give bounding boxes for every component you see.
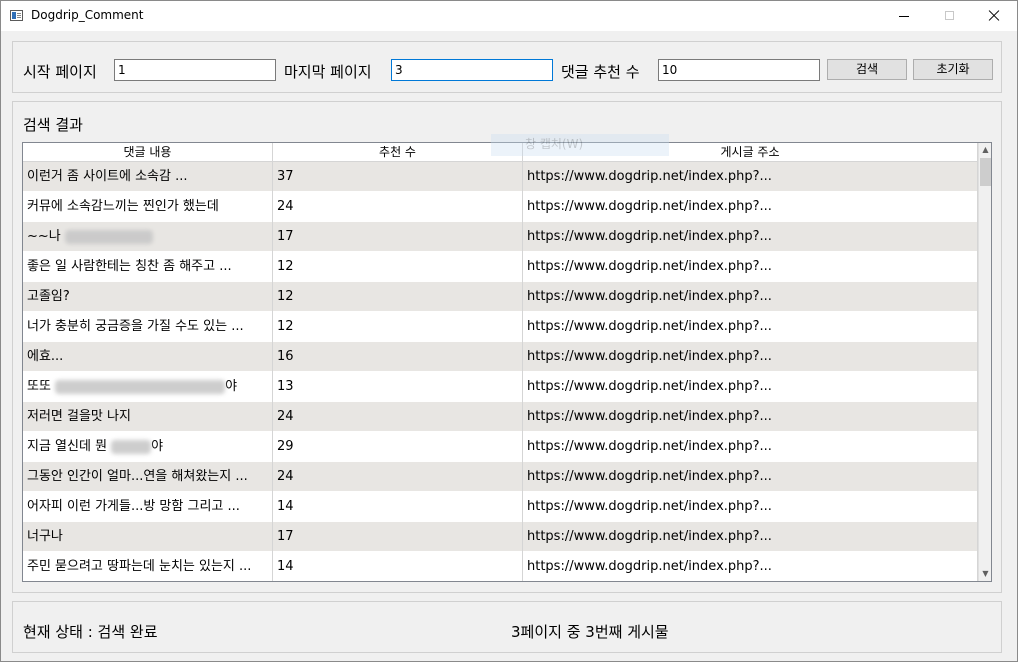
maximize-button[interactable]: [927, 1, 973, 31]
comment-cell: 너가 충분히 궁금증을 가질 수도 있는 ...: [23, 312, 273, 342]
likes-cell: 29: [273, 432, 523, 462]
scroll-down-arrow-icon[interactable]: ▼: [980, 567, 991, 581]
recommend-count-input[interactable]: [658, 59, 820, 81]
start-page-input[interactable]: [114, 59, 276, 81]
table-row[interactable]: 지금 열신데 뭔 야 29 https://www.dogdrip.net/in…: [23, 432, 978, 462]
likes-cell: 17: [273, 222, 523, 252]
table-row[interactable]: 너가 충분히 궁금증을 가질 수도 있는 ... 12 https://www.…: [23, 312, 978, 342]
likes-cell: 37: [273, 162, 523, 192]
comment-cell: 에효...: [23, 342, 273, 372]
vertical-scrollbar[interactable]: ▲ ▼: [978, 143, 991, 581]
app-window-icon: [10, 10, 23, 21]
url-cell: https://www.dogdrip.net/index.php?...: [523, 402, 978, 432]
table-row[interactable]: 그동안 인간이 얼마...연을 해쳐왔는지 ... 24 https://www…: [23, 462, 978, 492]
url-cell: https://www.dogdrip.net/index.php?...: [523, 312, 978, 342]
column-header-likes[interactable]: 추천 수: [273, 143, 523, 161]
url-cell: https://www.dogdrip.net/index.php?...: [523, 222, 978, 252]
reset-button[interactable]: 초기화: [913, 59, 993, 80]
scroll-up-arrow-icon[interactable]: ▲: [980, 143, 991, 157]
comment-cell: 이런거 좀 사이트에 소속감 ...: [23, 162, 273, 192]
likes-cell: 13: [273, 372, 523, 402]
results-label: 검색 결과: [23, 116, 83, 134]
table-row[interactable]: 고졸임? 12 https://www.dogdrip.net/index.ph…: [23, 282, 978, 312]
minimize-button[interactable]: [881, 1, 927, 31]
likes-cell: 17: [273, 522, 523, 552]
likes-cell: 24: [273, 462, 523, 492]
comment-cell: 지금 열신데 뭔 야: [23, 432, 273, 462]
url-cell: https://www.dogdrip.net/index.php?...: [523, 552, 978, 581]
comment-cell: 커뮤에 소속감느끼는 찐인가 했는데: [23, 192, 273, 222]
table-row[interactable]: 이런거 좀 사이트에 소속감 ... 37 https://www.dogdri…: [23, 162, 978, 192]
likes-cell: 12: [273, 252, 523, 282]
url-cell: https://www.dogdrip.net/index.php?...: [523, 522, 978, 552]
comment-cell: 또또 야: [23, 372, 273, 402]
table-row[interactable]: 어자피 이런 가게들...방 망함 그리고 ... 14 https://www…: [23, 492, 978, 522]
likes-cell: 12: [273, 282, 523, 312]
table-row[interactable]: 주민 묻으려고 땅파는데 눈치는 있는지 ... 14 https://www.…: [23, 552, 978, 581]
scroll-thumb[interactable]: [980, 158, 991, 186]
redacted-text: [111, 439, 152, 454]
url-cell: https://www.dogdrip.net/index.php?...: [523, 252, 978, 282]
results-table[interactable]: 댓글 내용 추천 수 게시글 주소 이런거 좀 사이트에 소속감 ... 37 …: [22, 142, 992, 582]
comment-cell: ~~나: [23, 222, 273, 252]
redacted-text: [64, 229, 153, 244]
comment-cell: 좋은 일 사람한테는 칭찬 좀 해주고 ...: [23, 252, 273, 282]
app-window: Dogdrip_Comment 시작 페이지 마지막 페이지 댓글 추천 수 검…: [0, 0, 1018, 662]
comment-cell: 저러면 걸을맛 나지: [23, 402, 273, 432]
url-cell: https://www.dogdrip.net/index.php?...: [523, 192, 978, 222]
likes-cell: 12: [273, 312, 523, 342]
url-cell: https://www.dogdrip.net/index.php?...: [523, 162, 978, 192]
url-cell: https://www.dogdrip.net/index.php?...: [523, 492, 978, 522]
likes-cell: 16: [273, 342, 523, 372]
ghost-tooltip: 창 캡처(W): [491, 134, 669, 156]
end-page-input[interactable]: [391, 59, 553, 81]
comment-cell: 주민 묻으려고 땅파는데 눈치는 있는지 ...: [23, 552, 273, 581]
table-row[interactable]: 너구나 17 https://www.dogdrip.net/index.php…: [23, 522, 978, 552]
status-text: 현재 상태 : 검색 완료: [23, 623, 158, 641]
status-group: [12, 601, 1002, 653]
comment-cell: 너구나: [23, 522, 273, 552]
likes-cell: 14: [273, 492, 523, 522]
table-row[interactable]: 또또 야 13 https://www.dogdrip.net/index.ph…: [23, 372, 978, 402]
likes-cell: 24: [273, 192, 523, 222]
window-title: Dogdrip_Comment: [31, 8, 144, 22]
title-bar[interactable]: Dogdrip_Comment: [1, 1, 1017, 31]
start-page-label: 시작 페이지: [23, 63, 97, 81]
recommend-count-label: 댓글 추천 수: [561, 63, 640, 81]
progress-text: 3페이지 중 3번째 게시물: [511, 623, 669, 641]
search-button[interactable]: 검색: [827, 59, 907, 80]
redacted-text: [55, 379, 226, 394]
url-cell: https://www.dogdrip.net/index.php?...: [523, 462, 978, 492]
url-cell: https://www.dogdrip.net/index.php?...: [523, 282, 978, 312]
comment-cell: 그동안 인간이 얼마...연을 해쳐왔는지 ...: [23, 462, 273, 492]
table-row[interactable]: 커뮤에 소속감느끼는 찐인가 했는데 24 https://www.dogdri…: [23, 192, 978, 222]
table-row[interactable]: ~~나 17 https://www.dogdrip.net/index.php…: [23, 222, 978, 252]
column-header-comment[interactable]: 댓글 내용: [23, 143, 273, 161]
table-row[interactable]: 좋은 일 사람한테는 칭찬 좀 해주고 ... 12 https://www.d…: [23, 252, 978, 282]
likes-cell: 14: [273, 552, 523, 581]
comment-cell: 고졸임?: [23, 282, 273, 312]
url-cell: https://www.dogdrip.net/index.php?...: [523, 432, 978, 462]
url-cell: https://www.dogdrip.net/index.php?...: [523, 372, 978, 402]
table-row[interactable]: 저러면 걸을맛 나지 24 https://www.dogdrip.net/in…: [23, 402, 978, 432]
comment-cell: 어자피 이런 가게들...방 망함 그리고 ...: [23, 492, 273, 522]
url-cell: https://www.dogdrip.net/index.php?...: [523, 342, 978, 372]
close-button[interactable]: [971, 1, 1017, 31]
likes-cell: 24: [273, 402, 523, 432]
end-page-label: 마지막 페이지: [284, 63, 372, 81]
table-row[interactable]: 에효... 16 https://www.dogdrip.net/index.p…: [23, 342, 978, 372]
